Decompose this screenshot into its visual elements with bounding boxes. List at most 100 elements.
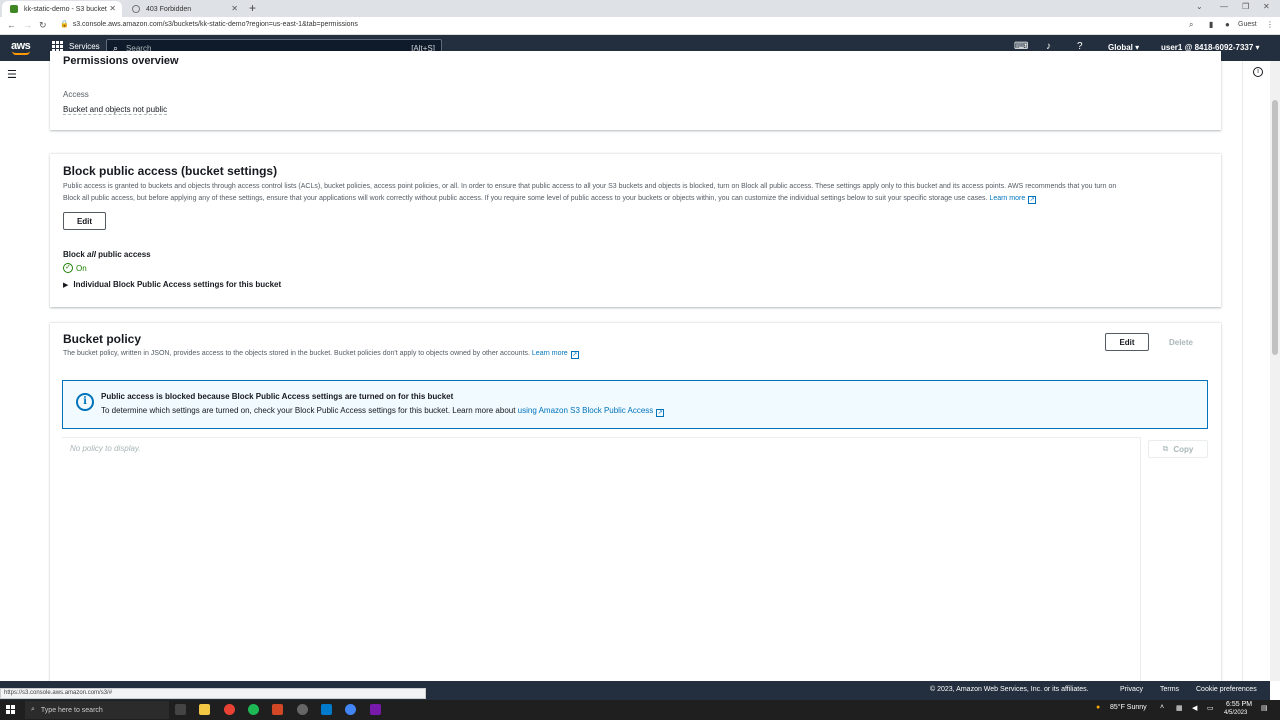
cookie-preferences-link[interactable]: Cookie preferences: [1196, 686, 1257, 693]
close-tab-icon[interactable]: ✕: [231, 4, 238, 13]
sidepanel-icon[interactable]: ▮: [1209, 20, 1213, 29]
info-rail: [1242, 61, 1268, 681]
status-url-bar: https://s3.console.aws.amazon.com/s3/#: [0, 688, 426, 699]
minimize-icon[interactable]: —: [1220, 2, 1228, 11]
windows-start-icon[interactable]: [6, 705, 15, 714]
menu-kebab-icon[interactable]: ⋮: [1266, 20, 1274, 29]
description-line-2: Block all public access, but before appl…: [63, 195, 988, 202]
taskbar-search-input[interactable]: ⌕ Type here to search: [25, 701, 169, 719]
spotify-icon[interactable]: [248, 704, 259, 715]
profile-avatar-icon[interactable]: ●: [1225, 20, 1230, 29]
network-icon[interactable]: ▦: [1176, 704, 1183, 712]
alert-body: To determine which settings are turned o…: [101, 406, 665, 417]
learn-more-link[interactable]: Learn more ↗: [989, 195, 1037, 204]
windows-taskbar: ⌕ Type here to search ● 85°F Sunny ˄ ▦ ◀…: [0, 700, 1280, 720]
block-status: ✓ On: [63, 263, 87, 273]
copy-label: Copy: [1173, 444, 1194, 454]
alert-link-text: using Amazon S3 Block Public Access: [517, 406, 654, 415]
status-text: On: [76, 263, 87, 273]
weather-icon: ●: [1096, 704, 1101, 711]
profile-label[interactable]: Guest: [1238, 21, 1257, 28]
external-link-icon: ↗: [1028, 196, 1037, 204]
tray-chevron-icon[interactable]: ˄: [1160, 704, 1164, 711]
reload-icon[interactable]: ↻: [39, 20, 47, 31]
permissions-overview-title: Permissions overview: [63, 55, 179, 67]
zoom-icon[interactable]: ⌕: [1189, 20, 1193, 30]
policy-viewer: No policy to display.: [62, 437, 1141, 703]
vscode-icon[interactable]: [321, 704, 332, 715]
file-explorer-icon[interactable]: [199, 704, 210, 715]
bucket-policy-panel: Bucket policy The bucket policy, written…: [50, 322, 1221, 703]
battery-icon[interactable]: ▭: [1207, 704, 1214, 712]
restore-icon[interactable]: ❐: [1242, 2, 1249, 11]
globe-icon: [132, 5, 140, 13]
notification-center-icon[interactable]: ▤: [1261, 704, 1268, 712]
side-nav-menu-icon[interactable]: ☰: [7, 68, 17, 81]
aws-smile-icon: [12, 51, 30, 55]
url-field[interactable]: 🔒 s3.console.aws.amazon.com/s3/buckets/kk…: [60, 20, 358, 28]
lock-icon: 🔒: [60, 21, 69, 28]
block-public-access-panel: Block public access (bucket settings) Pu…: [50, 153, 1221, 307]
success-check-icon: ✓: [63, 263, 73, 273]
learn-more-link[interactable]: Learn more ↗: [531, 350, 579, 359]
individual-settings-expander[interactable]: ▶ Individual Block Public Access setting…: [63, 280, 281, 289]
block-public-access-description: Public access is granted to buckets and …: [63, 181, 1213, 205]
terms-link[interactable]: Terms: [1160, 686, 1179, 693]
bucket-policy-description-text: The bucket policy, written in JSON, prov…: [63, 350, 530, 357]
chevron-down-icon[interactable]: ⌄: [1196, 2, 1203, 11]
external-link-icon: ↗: [656, 409, 665, 417]
label-prefix: Block: [63, 250, 88, 259]
external-link-icon: ↗: [570, 351, 579, 359]
learn-more-text: Learn more: [531, 350, 568, 357]
label-emphasis: all: [87, 250, 96, 259]
edit-bucket-policy-button[interactable]: Edit: [1105, 333, 1149, 351]
bucket-policy-description: The bucket policy, written in JSON, prov…: [63, 348, 579, 360]
caret-right-icon: ▶: [63, 281, 69, 289]
services-label: Services: [69, 42, 100, 51]
description-line-1: Public access is granted to buckets and …: [63, 183, 1117, 190]
tab-title: 403 Forbidden: [146, 5, 192, 13]
weather-text[interactable]: 85°F Sunny: [1110, 704, 1147, 711]
powerpoint-icon[interactable]: [272, 704, 283, 715]
edit-block-public-access-button[interactable]: Edit: [63, 212, 106, 230]
onenote-icon[interactable]: [370, 704, 381, 715]
browser-tab-bar: kk-static-demo - S3 bucket ✕ 403 Forbidd…: [0, 0, 1280, 17]
learn-more-text: Learn more: [989, 195, 1026, 202]
info-icon: i: [76, 393, 94, 411]
privacy-link[interactable]: Privacy: [1120, 686, 1143, 693]
clock-time[interactable]: 6:55 PM: [1226, 701, 1252, 708]
bucket-policy-title: Bucket policy: [63, 332, 142, 346]
new-tab-icon[interactable]: +: [249, 1, 256, 15]
tab-403-forbidden[interactable]: 403 Forbidden ✕: [124, 1, 244, 17]
tab-s3-bucket[interactable]: kk-static-demo - S3 bucket ✕: [2, 1, 122, 17]
info-panel-icon[interactable]: i: [1253, 67, 1263, 77]
aws-logo[interactable]: aws: [11, 40, 31, 55]
url-text: s3.console.aws.amazon.com/s3/buckets/kk-…: [72, 21, 358, 28]
forward-icon[interactable]: →: [23, 20, 32, 30]
task-view-icon[interactable]: [175, 704, 186, 715]
app-icon[interactable]: [297, 704, 308, 715]
close-tab-icon[interactable]: ✕: [109, 4, 116, 13]
chrome-icon[interactable]: [224, 704, 235, 715]
alert-title: Public access is blocked because Block P…: [101, 392, 454, 401]
label-suffix: public access: [95, 250, 151, 259]
search-icon: ⌕: [31, 706, 35, 713]
clock-date[interactable]: 4/5/2023: [1224, 710, 1247, 716]
close-window-icon[interactable]: ✕: [1263, 2, 1270, 11]
back-icon[interactable]: ←: [7, 20, 16, 30]
chrome-active-icon[interactable]: [345, 704, 356, 715]
copy-icon: ⧉: [1162, 444, 1169, 453]
delete-bucket-policy-button[interactable]: Delete: [1157, 333, 1205, 351]
access-label: Access: [63, 90, 89, 99]
s3-favicon-icon: [10, 5, 18, 13]
block-public-access-docs-link[interactable]: using Amazon S3 Block Public Access ↗: [517, 406, 665, 417]
access-value: Bucket and objects not public: [63, 105, 168, 115]
no-policy-text: No policy to display.: [70, 444, 141, 453]
copy-policy-button[interactable]: ⧉ Copy: [1148, 440, 1208, 458]
scrollbar-thumb[interactable]: [1272, 100, 1278, 355]
block-public-access-title: Block public access (bucket settings): [63, 164, 278, 178]
volume-icon[interactable]: ◀: [1192, 704, 1197, 712]
tab-title: kk-static-demo - S3 bucket: [24, 5, 107, 13]
permissions-overview-panel: Permissions overview Access Bucket and o…: [50, 51, 1221, 130]
public-access-blocked-alert: i Public access is blocked because Block…: [62, 380, 1208, 429]
